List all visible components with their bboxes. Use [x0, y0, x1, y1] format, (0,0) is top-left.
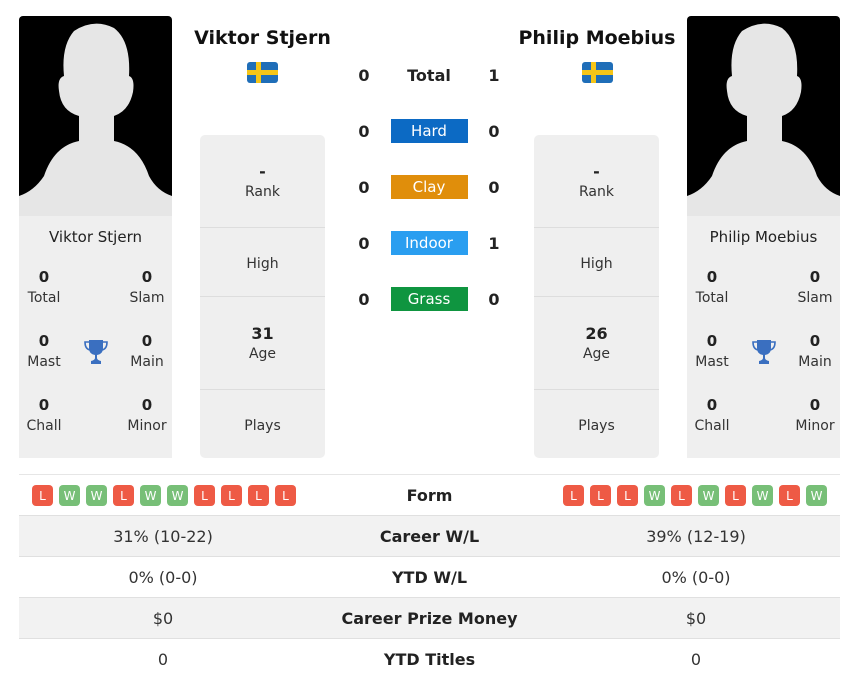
player2-card-name[interactable]: Philip Moebius [687, 216, 840, 256]
player1-form-result-loss[interactable]: L [221, 485, 242, 506]
player2-form-result-loss[interactable]: L [617, 485, 638, 506]
player1-form-result-loss[interactable]: L [275, 485, 296, 506]
player2-form-result-loss[interactable]: L [671, 485, 692, 506]
player1-age: 31 Age [200, 297, 325, 390]
player1-form-result-win[interactable]: W [86, 485, 107, 506]
stat-row-ytd-wl: 0% (0-0) YTD W/L 0% (0-0) [19, 556, 840, 597]
player2-slam-titles: 0 Slam [797, 268, 833, 306]
player1-info-panel: - Rank High 31 Age Plays [200, 135, 325, 458]
trophy-icon [69, 320, 122, 384]
player1-plays: Plays [244, 417, 281, 434]
player1-rank: - Rank [200, 135, 325, 228]
player2-titles-card: Philip Moebius 0 Total 0 Slam 0 Mast 0 Main … [687, 216, 840, 458]
player2-challenger-titles: 0 Chall [694, 396, 730, 434]
h2h-total-row: 0 Total 1 [358, 65, 500, 85]
h2h-indoor-row: 0 Indoor 1 [349, 231, 509, 255]
player1-minor-titles: 0 Minor [127, 396, 167, 434]
player2-form-result-loss[interactable]: L [725, 485, 746, 506]
h2h-total-label: Total [407, 65, 451, 85]
player1-form-result-loss[interactable]: L [32, 485, 53, 506]
player1-form-result-loss[interactable]: L [248, 485, 269, 506]
player2-form: LLLWLWLWLW [550, 485, 840, 506]
player1-high: High [200, 228, 325, 297]
player2-plays: Plays [578, 417, 615, 434]
player2-age: 26 Age [534, 297, 659, 390]
player1-titles-card: Viktor Stjern 0 Total 0 Slam 0 Mast 0 Main 0… [19, 216, 172, 458]
grass-surface-badge[interactable]: Grass [390, 287, 468, 311]
player1-masters-titles: 0 Mast [27, 332, 61, 370]
player2-sweden-flag-icon [582, 62, 613, 83]
form-row: LWWLWWLLLL Form LLLWLWLWLW [19, 474, 840, 516]
player2-form-result-win[interactable]: W [806, 485, 827, 506]
player2-form-result-win[interactable]: W [752, 485, 773, 506]
player2-minor-titles: 0 Minor [795, 396, 835, 434]
player1-sweden-flag-icon [247, 62, 278, 83]
player2-total-titles: 0 Total [695, 268, 729, 306]
indoor-surface-badge[interactable]: Indoor [390, 231, 468, 255]
player1-photo [19, 16, 172, 216]
silhouette-icon [19, 23, 172, 216]
player2-form-result-win[interactable]: W [698, 485, 719, 506]
clay-surface-badge[interactable]: Clay [390, 175, 468, 199]
h2h-grass-row: 0 Grass 0 [349, 287, 509, 311]
h2h-clay-row: 0 Clay 0 [349, 175, 509, 199]
player2-form-result-win[interactable]: W [644, 485, 665, 506]
hard-surface-badge[interactable]: Hard [390, 119, 468, 143]
player1-total-titles: 0 Total [27, 268, 61, 306]
player1-slam-titles: 0 Slam [129, 268, 165, 306]
player1-main-titles: 0 Main [130, 332, 164, 370]
h2h-hard-row: 0 Hard 0 [349, 119, 509, 143]
player2-form-result-loss[interactable]: L [590, 485, 611, 506]
silhouette-icon [687, 23, 840, 216]
player2-form-result-loss[interactable]: L [563, 485, 584, 506]
stat-row-ytd-titles: 0 YTD Titles 0 [19, 638, 840, 679]
player2-form-result-loss[interactable]: L [779, 485, 800, 506]
player1-card-name[interactable]: Viktor Stjern [19, 216, 172, 256]
player1-form-result-win[interactable]: W [59, 485, 80, 506]
player1-name-heading[interactable]: Viktor Stjern [180, 27, 345, 49]
player2-masters-titles: 0 Mast [695, 332, 729, 370]
player2-rank: - Rank [534, 135, 659, 228]
form-label: Form [406, 486, 453, 505]
trophy-icon [737, 320, 790, 384]
player1-form: LWWLWWLLLL [19, 485, 309, 506]
player2-high: High [534, 228, 659, 297]
player1-form-result-loss[interactable]: L [194, 485, 215, 506]
stat-row-career-prize-money: $0 Career Prize Money $0 [19, 597, 840, 638]
player2-name-heading[interactable]: Philip Moebius [512, 27, 682, 49]
player2-main-titles: 0 Main [798, 332, 832, 370]
player1-form-result-win[interactable]: W [140, 485, 161, 506]
player2-photo [687, 16, 840, 216]
player1-challenger-titles: 0 Chall [26, 396, 62, 434]
player1-form-result-win[interactable]: W [167, 485, 188, 506]
player2-info-panel: - Rank High 26 Age Plays [534, 135, 659, 458]
player1-form-result-loss[interactable]: L [113, 485, 134, 506]
stat-row-career-wl: 31% (10-22) Career W/L 39% (12-19) [19, 515, 840, 556]
